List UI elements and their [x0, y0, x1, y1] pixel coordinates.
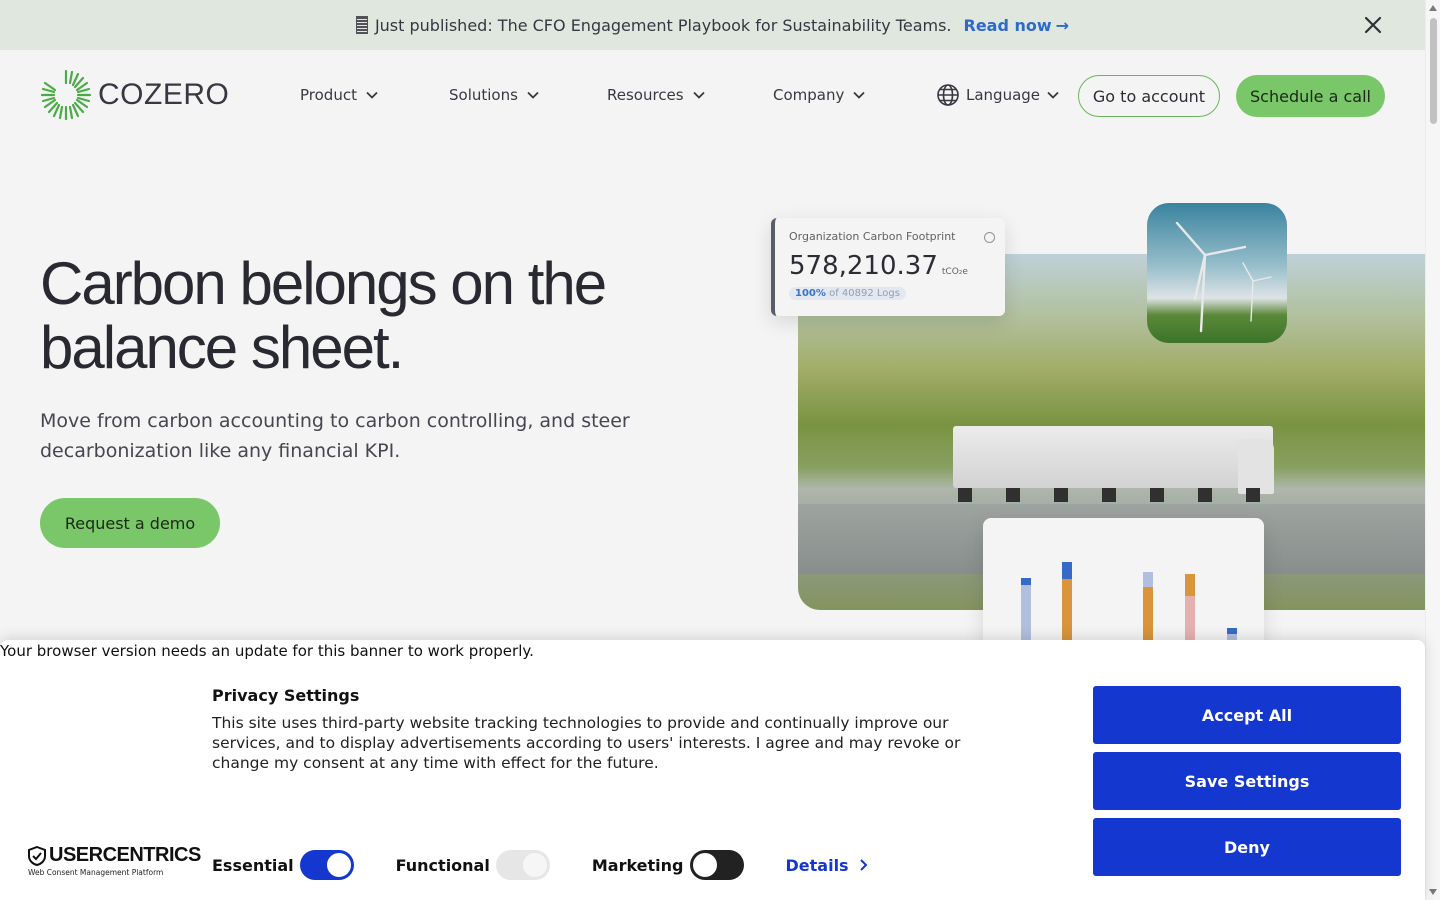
globe-icon — [937, 84, 959, 106]
nav-item-product[interactable]: Product — [300, 86, 379, 104]
wind-turbine-icon — [1175, 221, 1272, 333]
scroll-up-arrow-icon[interactable] — [1429, 5, 1437, 11]
language-label: Language — [966, 86, 1041, 104]
usercentrics-logo: USERCENTRICS Web Consent Management Plat… — [28, 844, 201, 877]
details-label: Details — [785, 855, 849, 875]
nav-item-label: Product — [300, 86, 357, 104]
deny-button[interactable]: Deny — [1093, 818, 1401, 876]
schedule-call-button[interactable]: Schedule a call — [1236, 75, 1385, 117]
emissions-chart-card — [983, 518, 1264, 648]
nav-item-solutions[interactable]: Solutions — [449, 86, 540, 104]
truck-trailer-shape — [953, 426, 1273, 488]
scroll-thumb[interactable] — [1430, 18, 1437, 124]
main-navbar: COZERO Product Solutions Resources Compa… — [0, 50, 1425, 144]
stat-card-label: Organization Carbon Footprint — [789, 230, 956, 243]
request-demo-button[interactable]: Request a demo — [40, 498, 220, 548]
privacy-title: Privacy Settings — [212, 686, 360, 705]
truck-wheels-shape — [958, 488, 1278, 502]
toggle-label: Essential — [212, 855, 294, 875]
toggle-label: Functional — [395, 855, 490, 875]
toggle-label: Marketing — [591, 855, 684, 875]
toggle-functional: Functional — [396, 850, 550, 880]
chart-bar — [1143, 572, 1153, 648]
document-icon — [355, 16, 368, 34]
browser-warning: Your browser version needs an update for… — [0, 642, 534, 660]
consent-toggles: Essential Functional Marketing Details — [212, 850, 869, 880]
toggle-essential: Essential — [212, 850, 354, 880]
details-link[interactable]: Details — [786, 856, 869, 875]
nav-item-label: Solutions — [449, 86, 518, 104]
truck-cab-shape — [1238, 439, 1274, 494]
usercentrics-brand-row: USERCENTRICS — [28, 844, 201, 867]
chevron-down-icon — [692, 91, 705, 99]
info-icon — [984, 232, 995, 243]
marketing-switch[interactable] — [689, 850, 744, 880]
switch-knob — [522, 853, 547, 877]
chevron-down-icon — [853, 91, 866, 99]
usercentrics-brand: USERCENTRICS — [49, 844, 201, 866]
nav-item-label: Company — [773, 86, 845, 104]
hero-title: Carbon belongs on the balance sheet. — [40, 250, 607, 381]
carbon-footprint-value: 578,210.37 — [789, 251, 938, 281]
cozero-logo[interactable]: COZERO — [40, 69, 229, 121]
nav-item-resources[interactable]: Resources — [607, 86, 706, 104]
read-now-label: Read now — [963, 15, 1052, 35]
carbon-footprint-card: Organization Carbon Footprint 578,210.37… — [771, 218, 1005, 316]
go-to-account-button[interactable]: Go to account — [1078, 75, 1220, 117]
chevron-down-icon — [1047, 91, 1059, 99]
chart-bar — [1185, 574, 1195, 648]
close-icon[interactable] — [1361, 13, 1385, 37]
functional-switch[interactable] — [495, 850, 550, 880]
chevron-right-icon — [859, 859, 867, 871]
brand-name: COZERO — [98, 78, 230, 111]
cozero-sunburst-icon — [40, 69, 92, 121]
nav-item-company[interactable]: Company — [773, 86, 866, 104]
switch-knob — [692, 853, 717, 877]
announcement-bar: Just published: The CFO Engagement Playb… — [0, 0, 1425, 50]
read-now-link[interactable]: Read now → — [964, 16, 1070, 35]
scroll-down-arrow-icon[interactable] — [1429, 889, 1437, 895]
chevron-down-icon — [527, 91, 539, 99]
stat-card-value-row: 578,210.37 tCO₂e — [789, 251, 991, 281]
hero-subtitle: Move from carbon accounting to carbon co… — [40, 410, 630, 462]
wind-turbine-image — [1147, 203, 1287, 343]
nav-item-label: Resources — [607, 86, 684, 104]
logs-badge: 100% of 40892 Logs — [789, 287, 906, 300]
privacy-description: This site uses third-party website track… — [212, 714, 961, 772]
essential-switch — [299, 850, 354, 880]
arrow-right-icon: → — [1055, 15, 1070, 35]
page-scrollbar[interactable] — [1425, 0, 1440, 900]
accept-all-button[interactable]: Accept All — [1093, 686, 1401, 744]
carbon-unit: tCO₂e — [941, 267, 968, 277]
logs-count: of 40892 Logs — [829, 288, 900, 299]
announcement-text: Just published: The CFO Engagement Playb… — [374, 15, 952, 35]
chart-bar — [1062, 562, 1072, 648]
switch-knob — [326, 853, 351, 877]
language-selector[interactable]: Language — [936, 83, 1060, 107]
logs-percent: 100% — [795, 288, 826, 299]
shield-check-icon — [28, 845, 46, 866]
save-settings-button[interactable]: Save Settings — [1093, 752, 1401, 810]
consent-banner: Your browser version needs an update for… — [0, 640, 1425, 900]
toggle-marketing: Marketing — [592, 850, 744, 880]
chevron-down-icon — [366, 91, 378, 99]
usercentrics-subtitle: Web Consent Management Platform — [28, 868, 164, 877]
chart-bar — [1021, 578, 1031, 648]
